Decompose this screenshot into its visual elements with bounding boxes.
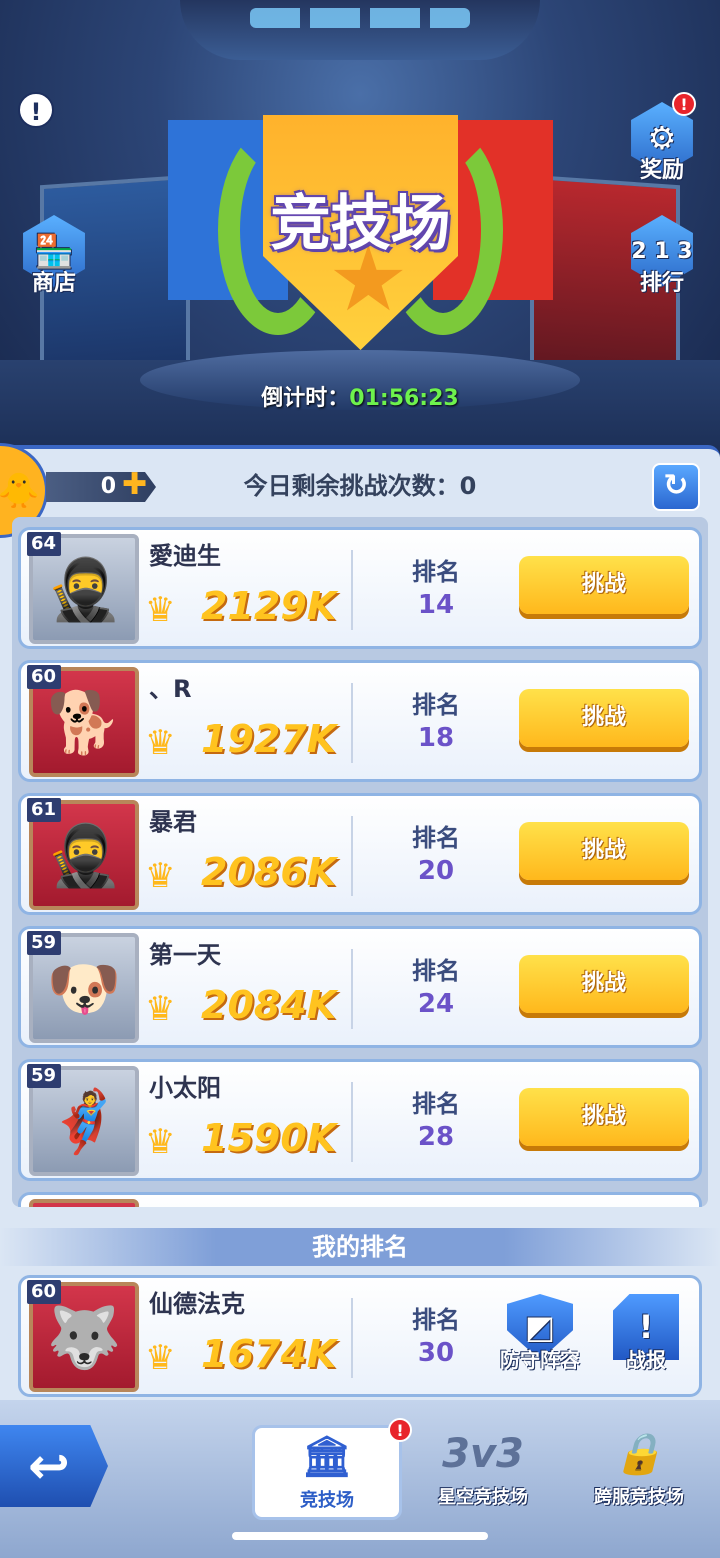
battle-report-button[interactable]: ! 战报 bbox=[601, 1294, 691, 1373]
level-badge: 64 bbox=[27, 532, 61, 556]
ranking-button[interactable]: 2 1 3 排行 bbox=[622, 215, 702, 297]
level-badge: 59 bbox=[27, 931, 61, 955]
ceiling-light bbox=[250, 8, 470, 28]
arena-banner: ★ 竞技场 倒计时：01:56:23 bbox=[0, 0, 720, 470]
hero-portrait[interactable] bbox=[29, 1199, 139, 1207]
shop-button[interactable]: 🏪 商店 bbox=[14, 215, 94, 297]
rank-label: 排名 bbox=[412, 1306, 460, 1334]
arena-building-icon: 🏛 bbox=[301, 1434, 353, 1480]
challenge-button[interactable]: 挑战 bbox=[519, 689, 689, 747]
divider bbox=[351, 1082, 353, 1162]
shop-label: 商店 bbox=[31, 271, 76, 296]
power-wings-icon: ♛ bbox=[145, 723, 176, 763]
rank-value: 30 bbox=[417, 1338, 455, 1368]
player-name: 愛迪生 bbox=[149, 542, 221, 570]
tab-star-arena[interactable]: 3v3 星空竞技场 bbox=[408, 1425, 558, 1520]
tab-cross-server-label: 跨服竞技场 bbox=[594, 1487, 684, 1508]
opponent-row: 🐕 60 、R ♛ 1927K 排名 18 挑战 bbox=[18, 660, 702, 782]
remaining-challenges: 今日剩余挑战次数：0 bbox=[243, 472, 477, 500]
power-value: 1590K bbox=[201, 1116, 337, 1160]
countdown-label: 倒计时： bbox=[261, 386, 350, 411]
player-name: 仙德法克 bbox=[149, 1290, 245, 1318]
refresh-button[interactable]: ↻ bbox=[652, 463, 700, 511]
rank-value: 28 bbox=[417, 1122, 455, 1152]
challenge-button[interactable]: 挑战 bbox=[519, 955, 689, 1013]
divider bbox=[351, 683, 353, 763]
opponent-list[interactable]: 🥷 64 愛迪生 ♛ 2129K 排名 14 挑战 🐕 60 、R ♛ 1927… bbox=[12, 517, 708, 1207]
opponent-row: 🥷 64 愛迪生 ♛ 2129K 排名 14 挑战 bbox=[18, 527, 702, 649]
opponent-row: 🐶 59 第一天 ♛ 2084K 排名 24 挑战 bbox=[18, 926, 702, 1048]
defense-lineup-button[interactable]: ◩ 防守阵容 bbox=[495, 1294, 585, 1373]
reward-label: 奖励 bbox=[639, 158, 684, 183]
challenge-button[interactable]: 挑战 bbox=[519, 1088, 689, 1146]
info-alert-icon[interactable]: ! bbox=[18, 92, 54, 128]
player-name: 、R bbox=[149, 675, 192, 703]
challenge-button[interactable]: 挑战 bbox=[519, 556, 689, 614]
lock-icon: 🔒 bbox=[614, 1431, 664, 1477]
page-title: 竞技场 bbox=[270, 189, 451, 259]
rank-value: 18 bbox=[417, 723, 455, 753]
rank-value: 14 bbox=[417, 590, 455, 620]
power-value: 2086K bbox=[201, 850, 337, 894]
level-badge: 60 bbox=[27, 665, 61, 689]
rank-value: 20 bbox=[417, 856, 455, 886]
countdown: 倒计时：01:56:23 bbox=[0, 380, 720, 412]
power-wings-icon: ♛ bbox=[145, 989, 176, 1029]
tab-arena-label: 竞技场 bbox=[300, 1490, 354, 1511]
my-rank-title: 我的排名 bbox=[0, 1228, 720, 1266]
countdown-value: 01:56:23 bbox=[349, 386, 459, 411]
power-wings-icon: ♛ bbox=[145, 590, 176, 630]
defense-lineup-label: 防守阵容 bbox=[500, 1348, 580, 1372]
3v3-icon: 3v3 bbox=[442, 1431, 524, 1477]
power-wings-icon: ♛ bbox=[145, 856, 176, 896]
power-value: 2129K bbox=[201, 584, 337, 628]
my-rank-row: 🐺 60 仙德法克 ♛ 1674K 排名 30 ◩ 防守阵容 ! 战报 bbox=[18, 1275, 702, 1397]
level-badge: 60 bbox=[27, 1280, 61, 1304]
opponent-row: 🦸 59 小太阳 ♛ 1590K 排名 28 挑战 bbox=[18, 1059, 702, 1181]
power-wings-icon: ♛ bbox=[145, 1338, 176, 1378]
rank-label: 排名 bbox=[412, 691, 460, 719]
power-value: 1927K bbox=[201, 717, 337, 761]
add-coin-icon[interactable]: ✚ bbox=[122, 470, 147, 500]
divider bbox=[351, 1298, 353, 1378]
power-wings-icon: ♛ bbox=[145, 1122, 176, 1162]
tab-arena[interactable]: 🏛 竞技场 bbox=[252, 1425, 402, 1520]
rank-label: 排名 bbox=[412, 558, 460, 586]
divider bbox=[351, 949, 353, 1029]
divider bbox=[351, 550, 353, 630]
player-name: 暴君 bbox=[149, 808, 197, 836]
level-badge: 61 bbox=[27, 798, 61, 822]
level-badge: 59 bbox=[27, 1064, 61, 1088]
back-arrow-icon[interactable]: ↩ bbox=[0, 1425, 108, 1507]
rank-value: 24 bbox=[417, 989, 455, 1019]
rank-label: 排名 bbox=[412, 824, 460, 852]
opponent-row-partial bbox=[18, 1192, 702, 1207]
rank-label: 排名 bbox=[412, 1090, 460, 1118]
ranking-label: 排行 bbox=[639, 271, 684, 296]
tab-star-arena-label: 星空竞技场 bbox=[438, 1487, 528, 1508]
player-name: 第一天 bbox=[149, 941, 221, 969]
power-value: 1674K bbox=[201, 1332, 337, 1376]
opponent-row: 🥷 61 暴君 ♛ 2086K 排名 20 挑战 bbox=[18, 793, 702, 915]
challenge-button[interactable]: 挑战 bbox=[519, 822, 689, 880]
player-name: 小太阳 bbox=[149, 1074, 221, 1102]
tab-cross-server-arena[interactable]: 🔒 跨服竞技场 bbox=[564, 1425, 714, 1520]
arena-emblem: ★ 竞技场 bbox=[168, 95, 553, 365]
home-indicator bbox=[232, 1532, 488, 1540]
reward-badge: ! bbox=[672, 92, 696, 116]
battle-report-label: 战报 bbox=[626, 1348, 666, 1372]
divider bbox=[351, 816, 353, 896]
power-value: 2084K bbox=[201, 983, 337, 1027]
rank-label: 排名 bbox=[412, 957, 460, 985]
